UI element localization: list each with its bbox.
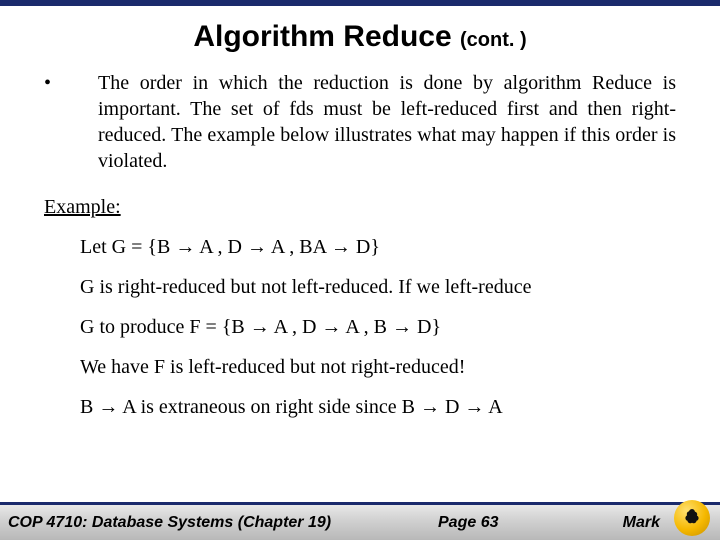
slide-content: • The order in which the reduction is do… (0, 70, 720, 420)
bullet-text: The order in which the reduction is done… (98, 70, 676, 174)
title-main: Algorithm Reduce (193, 20, 460, 53)
footer-page: Page 63 (438, 514, 498, 532)
slide-footer: COP 4710: Database Systems (Chapter 19) … (0, 502, 720, 540)
example-line: G is right-reduced but not left-reduced.… (80, 274, 676, 300)
bullet-marker: • (44, 70, 98, 174)
footer-course: COP 4710: Database Systems (Chapter 19) (8, 514, 331, 532)
title-cont: (cont. ) (460, 29, 527, 51)
example-body: Let G = {B → A , D → A , BA → D} G is ri… (44, 234, 676, 420)
example-line: G to produce F = {B → A , D → A , B → D} (80, 314, 676, 340)
example-line: Let G = {B → A , D → A , BA → D} (80, 234, 676, 260)
ucf-logo-icon (674, 500, 710, 536)
example-heading: Example: (44, 194, 676, 220)
example-line: B → A is extraneous on right side since … (80, 394, 676, 420)
slide-title: Algorithm Reduce (cont. ) (0, 20, 720, 54)
top-accent-bar (0, 0, 720, 6)
footer-author: Mark (623, 514, 660, 532)
bullet-item: • The order in which the reduction is do… (44, 70, 676, 174)
example-line: We have F is left-reduced but not right-… (80, 354, 676, 380)
